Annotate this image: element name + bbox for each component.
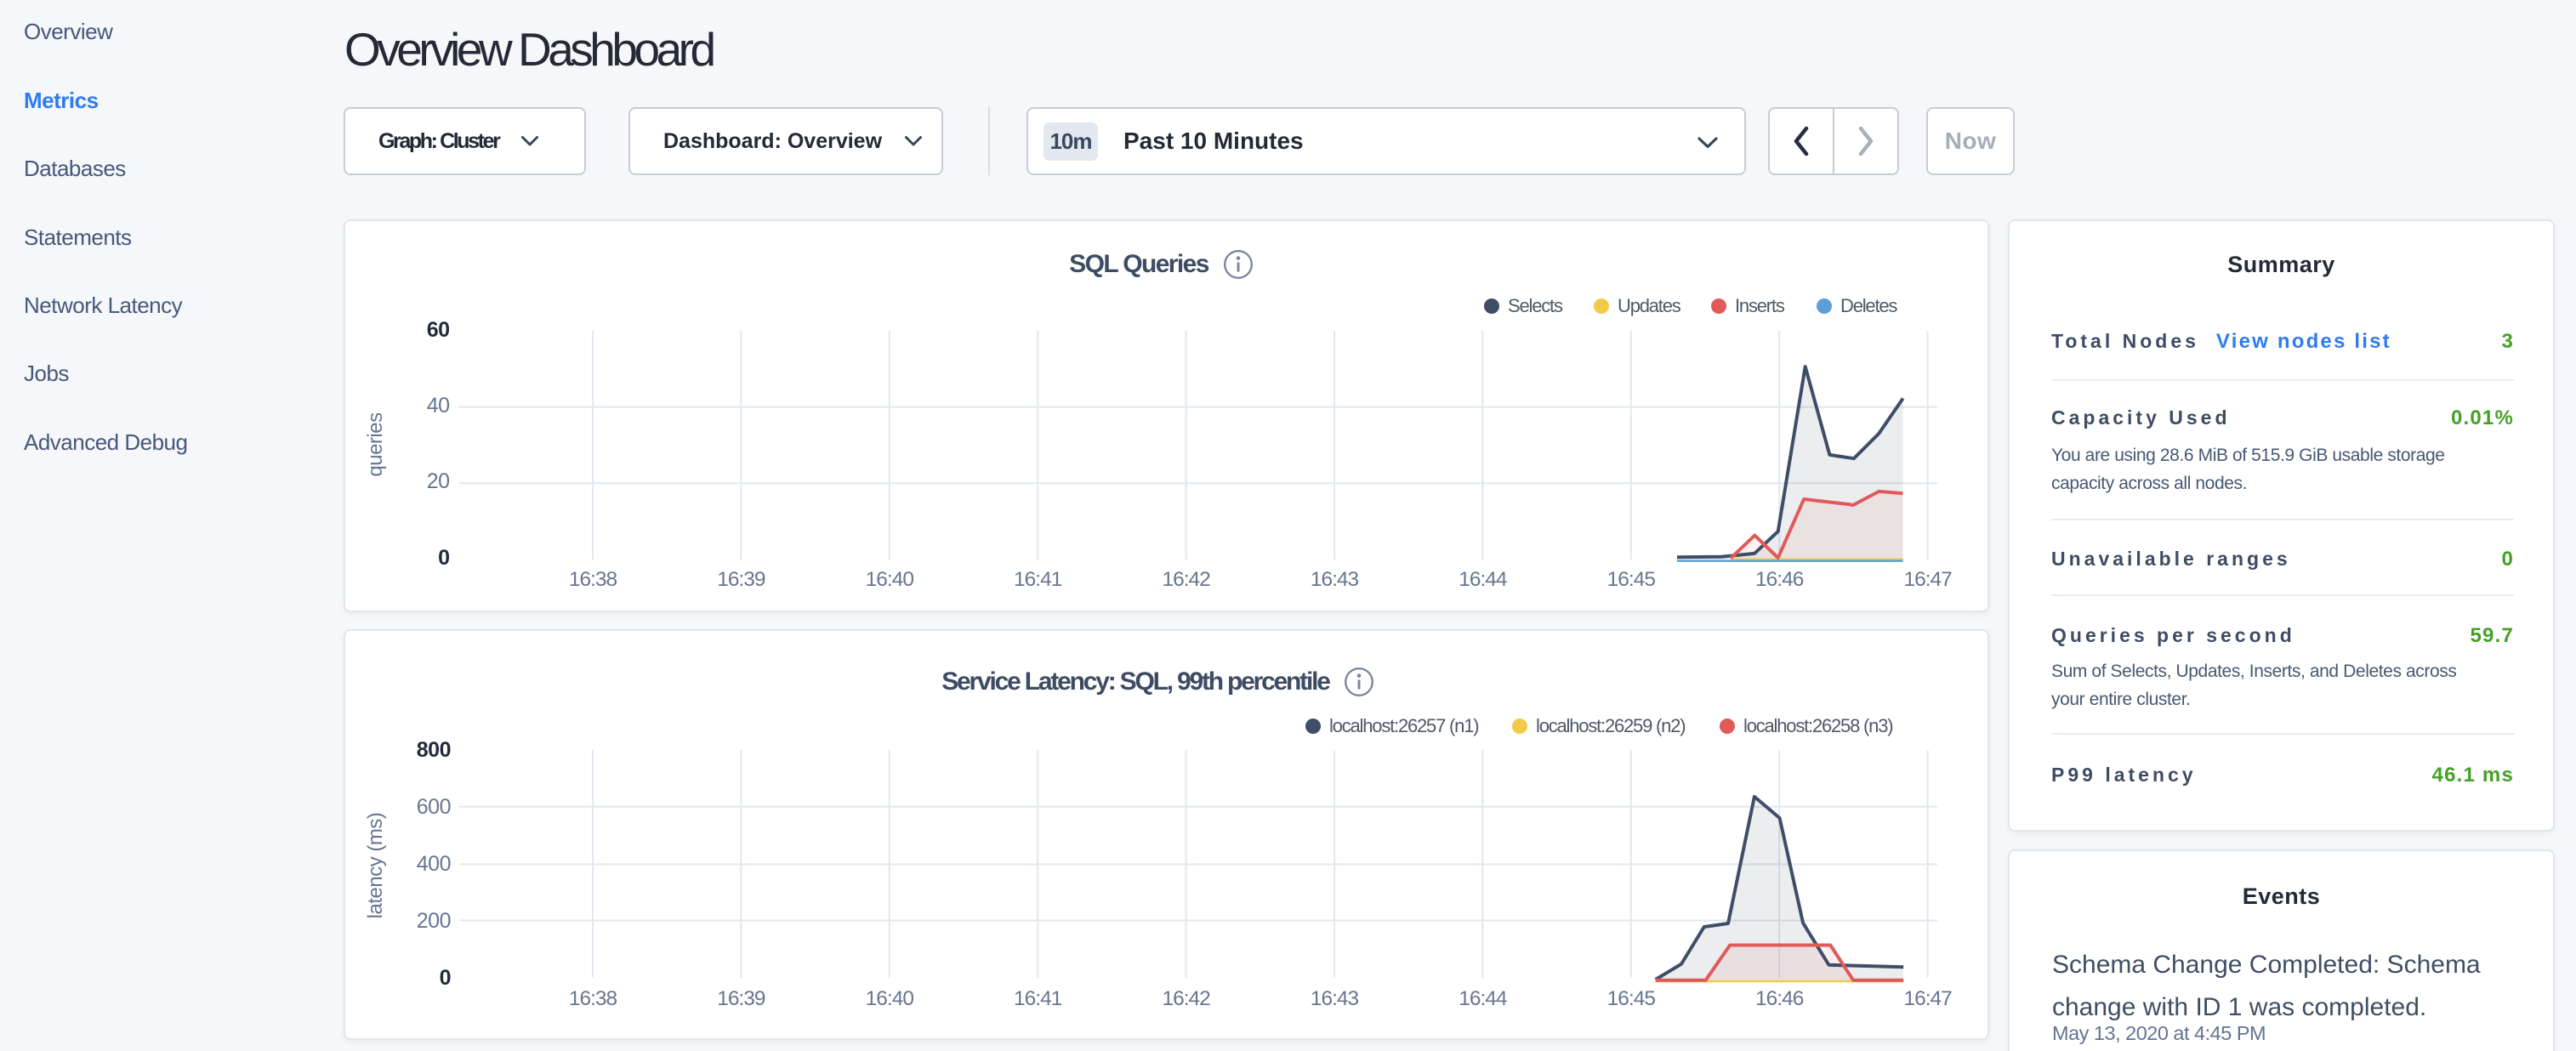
svg-text:400: 400 [417, 852, 451, 876]
svg-text:600: 600 [417, 795, 451, 819]
svg-text:16:38: 16:38 [569, 568, 617, 591]
svg-text:0: 0 [438, 546, 449, 570]
svg-text:16:40: 16:40 [866, 987, 914, 1010]
svg-text:20: 20 [427, 469, 450, 493]
svg-text:16:40: 16:40 [866, 568, 914, 591]
svg-text:60: 60 [427, 318, 450, 342]
svg-text:16:44: 16:44 [1459, 568, 1507, 591]
svg-text:16:47: 16:47 [1903, 987, 1952, 1010]
svg-text:16:38: 16:38 [569, 987, 617, 1010]
svg-text:16:43: 16:43 [1311, 987, 1359, 1010]
svg-text:16:46: 16:46 [1755, 987, 1804, 1010]
svg-text:16:45: 16:45 [1607, 568, 1656, 591]
svg-text:16:43: 16:43 [1311, 568, 1359, 591]
svg-text:queries: queries [364, 412, 387, 477]
svg-text:16:45: 16:45 [1607, 987, 1656, 1010]
svg-text:16:39: 16:39 [717, 568, 765, 591]
svg-text:latency (ms): latency (ms) [364, 813, 387, 919]
svg-text:16:41: 16:41 [1014, 568, 1062, 591]
svg-text:16:42: 16:42 [1162, 568, 1210, 591]
svg-text:16:47: 16:47 [1903, 568, 1952, 591]
svg-text:40: 40 [427, 394, 450, 418]
svg-text:0: 0 [440, 966, 451, 990]
svg-text:16:39: 16:39 [717, 987, 765, 1010]
svg-text:16:46: 16:46 [1755, 568, 1804, 591]
svg-text:16:44: 16:44 [1459, 987, 1507, 1010]
svg-text:16:41: 16:41 [1014, 987, 1062, 1010]
svg-text:800: 800 [417, 738, 451, 762]
svg-text:200: 200 [417, 909, 451, 933]
svg-text:16:42: 16:42 [1162, 987, 1210, 1010]
